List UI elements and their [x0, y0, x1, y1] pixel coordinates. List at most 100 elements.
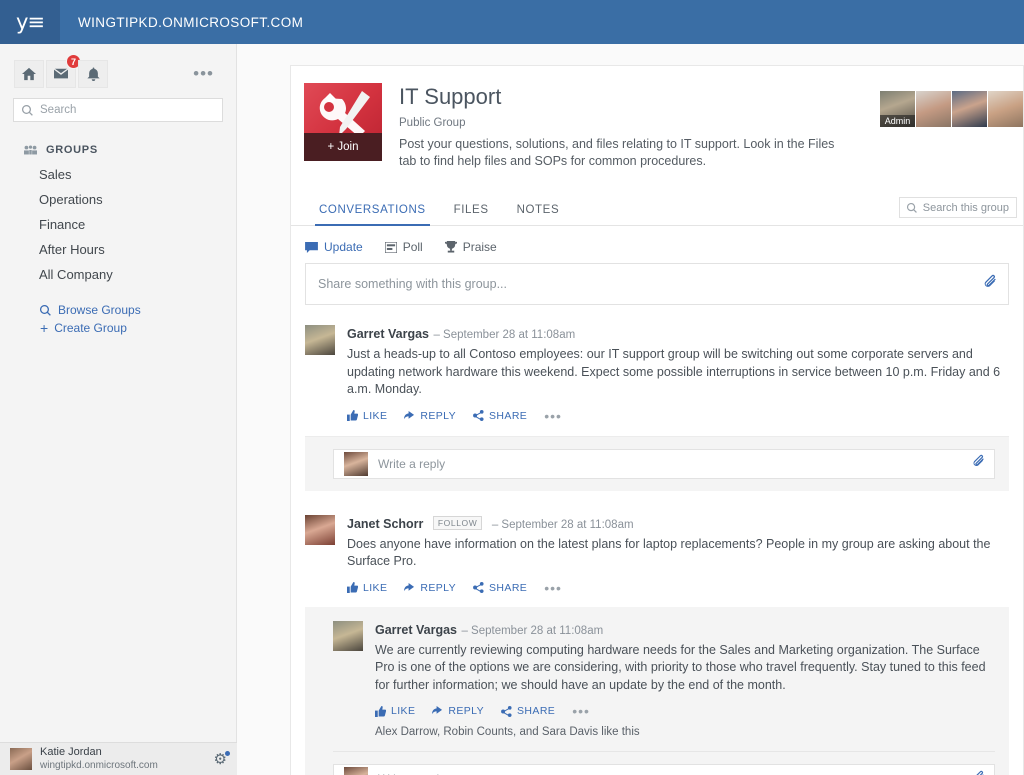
- share-icon: [473, 410, 484, 421]
- avatar: [305, 514, 335, 545]
- reply-button[interactable]: REPLY: [404, 410, 456, 422]
- like-button[interactable]: LIKE: [347, 410, 387, 422]
- join-button[interactable]: + Join: [304, 133, 382, 161]
- thumbs-up-icon: [347, 582, 358, 593]
- main-content: + Join IT Support Public Group Post your…: [237, 44, 1024, 775]
- yammer-logo-icon[interactable]: y≡: [0, 0, 60, 44]
- post: Garret Vargas – September 28 at 11:08am …: [291, 305, 1023, 491]
- avatar: [10, 748, 32, 770]
- browse-groups-link[interactable]: Browse Groups: [0, 301, 236, 319]
- gear-notification-dot: [225, 750, 230, 756]
- reply-arrow-icon: [432, 706, 443, 715]
- reply-placeholder: Write a reply: [378, 456, 446, 471]
- paperclip-icon[interactable]: [971, 454, 984, 473]
- avatar: [305, 325, 335, 355]
- bell-icon[interactable]: [78, 60, 108, 88]
- reply-author[interactable]: Garret Vargas: [375, 623, 457, 637]
- follow-badge[interactable]: FOLLOW: [432, 516, 483, 530]
- post-author[interactable]: Janet Schorr: [347, 517, 423, 531]
- plus-icon: +: [40, 320, 49, 336]
- like-label: LIKE: [363, 409, 388, 422]
- like-button[interactable]: LIKE: [347, 582, 387, 594]
- tab-notes[interactable]: NOTES: [503, 204, 574, 225]
- search-icon: [906, 202, 917, 213]
- reply-label: REPLY: [420, 581, 457, 594]
- reply-thread: Garret Vargas – September 28 at 11:08am …: [305, 606, 1009, 775]
- gear-icon[interactable]: ⚙: [214, 750, 230, 767]
- group-search-input[interactable]: Search this group: [898, 197, 1017, 218]
- search-icon: [40, 304, 51, 316]
- composer-placeholder: Share something with this group...: [318, 277, 507, 291]
- share-button[interactable]: SHARE: [473, 582, 527, 594]
- groups-section-header: GROUPS: [24, 144, 236, 156]
- sidebar-item-operations[interactable]: Operations: [0, 187, 236, 212]
- post-body: Just a heads-up to all Contoso employees…: [347, 347, 1001, 396]
- search-input[interactable]: Search: [13, 98, 223, 122]
- member-avatar-2[interactable]: [915, 91, 951, 127]
- reply-input[interactable]: Write a reply: [333, 448, 995, 479]
- share-button[interactable]: SHARE: [501, 705, 555, 717]
- post-more-icon[interactable]: •••: [544, 409, 562, 423]
- update-icon: [305, 241, 318, 253]
- reply-input[interactable]: Write a reply: [333, 764, 995, 775]
- reply-button[interactable]: REPLY: [432, 705, 484, 717]
- post-actions: LIKE REPLY SHARE •••: [347, 581, 1009, 595]
- group-description: Post your questions, solutions, and file…: [399, 137, 835, 168]
- people-icon: [24, 145, 37, 155]
- yammer-logo-glyph: y≡: [15, 9, 45, 34]
- create-group-link[interactable]: + Create Group: [0, 319, 236, 337]
- composer-tab-poll[interactable]: Poll: [384, 240, 423, 254]
- thumbs-up-icon: [347, 410, 358, 421]
- post-more-icon[interactable]: •••: [544, 581, 562, 595]
- groups-label: GROUPS: [46, 144, 98, 156]
- reply-timestamp: – September 28 at 11:08am: [461, 624, 604, 637]
- tenant-name: WINGTIPKD.ONMICROSOFT.COM: [78, 14, 304, 30]
- sidebar-item-all-company[interactable]: All Company: [0, 262, 236, 287]
- paperclip-icon[interactable]: [982, 274, 996, 294]
- paperclip-icon[interactable]: [971, 770, 984, 775]
- reply-area: Write a reply: [305, 435, 1009, 491]
- post-actions: LIKE REPLY SHARE •••: [347, 409, 1009, 423]
- avatar: [344, 767, 368, 775]
- left-sidebar: 7 ••• Search GROUPS Sales Operations Fin…: [0, 44, 237, 775]
- reply-button[interactable]: REPLY: [404, 582, 456, 594]
- composer-tab-praise[interactable]: Praise: [444, 240, 497, 254]
- member-avatar-3[interactable]: [951, 91, 987, 127]
- member-avatar-4[interactable]: [987, 91, 1023, 127]
- post-timestamp: – September 28 at 11:08am: [491, 518, 634, 531]
- share-label: SHARE: [489, 581, 528, 594]
- tab-files[interactable]: FILES: [440, 204, 503, 225]
- current-user-bar[interactable]: Katie Jordan wingtipkd.onmicrosoft.com ⚙: [0, 742, 237, 775]
- sidebar-icon-row: 7 •••: [0, 44, 236, 92]
- top-header-bar: y≡ WINGTIPKD.ONMICROSOFT.COM: [0, 0, 1024, 44]
- reply-body: We are currently reviewing computing har…: [375, 642, 986, 692]
- home-icon[interactable]: [14, 60, 44, 88]
- post-timestamp: – September 28 at 11:08am: [433, 329, 576, 341]
- group-type: Public Group: [399, 117, 466, 129]
- current-user-name: Katie Jordan: [40, 746, 102, 758]
- post-author[interactable]: Garret Vargas: [347, 327, 429, 341]
- member-avatar-admin[interactable]: Admin: [879, 91, 915, 127]
- sidebar-item-finance[interactable]: Finance: [0, 212, 236, 237]
- share-label: SHARE: [489, 409, 528, 422]
- member-avatars[interactable]: Admin: [879, 91, 1023, 127]
- composer-tab-update[interactable]: Update: [305, 240, 363, 254]
- likes-summary: Alex Darrow, Robin Counts, and Sara Davi…: [375, 726, 640, 738]
- sidebar-item-after-hours[interactable]: After Hours: [0, 237, 236, 262]
- reply-arrow-icon: [404, 582, 415, 591]
- post: Janet Schorr FOLLOW – September 28 at 11…: [291, 491, 1023, 775]
- composer-input[interactable]: Share something with this group...: [305, 263, 1009, 305]
- share-button[interactable]: SHARE: [473, 410, 527, 422]
- group-info: IT Support Public Group Post your questi…: [382, 83, 854, 170]
- sidebar-more-icon[interactable]: •••: [193, 65, 224, 82]
- inbox-icon[interactable]: 7: [46, 54, 81, 88]
- group-card: + Join IT Support Public Group Post your…: [290, 65, 1024, 775]
- like-button[interactable]: LIKE: [375, 705, 415, 717]
- sidebar-item-sales[interactable]: Sales: [0, 162, 236, 187]
- post-body: Does anyone have information on the late…: [347, 536, 991, 569]
- reply-more-icon[interactable]: •••: [572, 704, 590, 718]
- browse-groups-label: Browse Groups: [58, 303, 141, 317]
- avatar: [344, 451, 368, 476]
- tab-conversations[interactable]: CONVERSATIONS: [305, 204, 440, 226]
- like-label: LIKE: [391, 705, 416, 717]
